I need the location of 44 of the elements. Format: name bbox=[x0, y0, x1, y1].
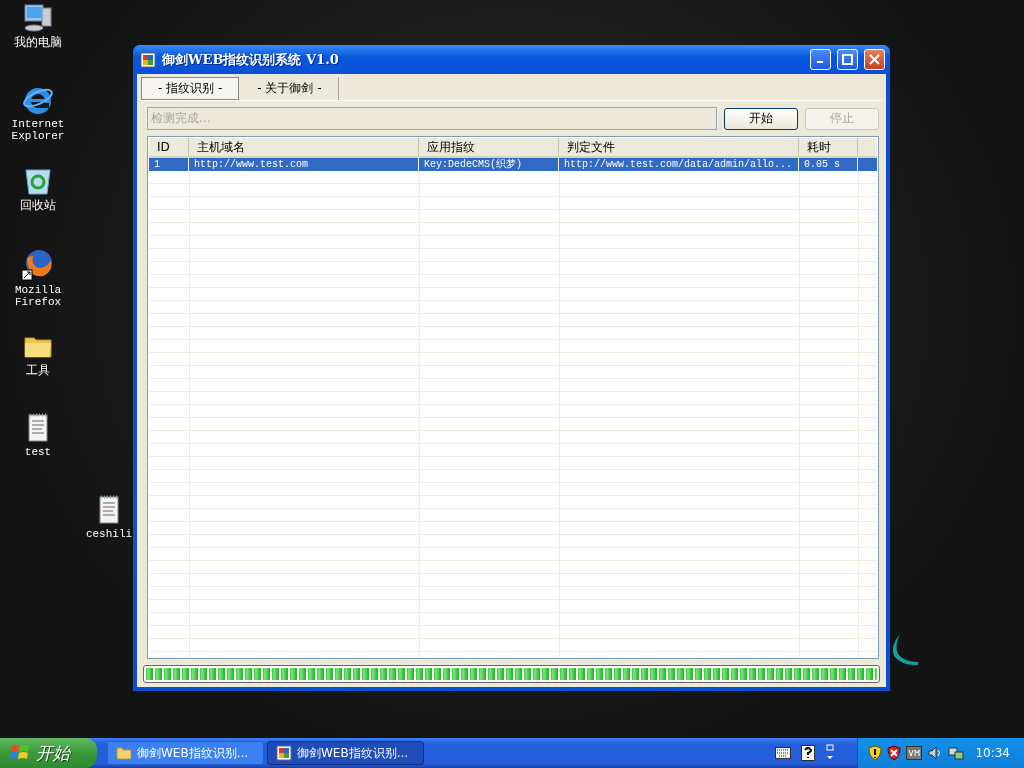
desktop-icon-label[interactable]: 工具 bbox=[26, 364, 50, 376]
taskbar-button[interactable]: 御剑WEB指纹识别... bbox=[267, 741, 424, 765]
maximize-icon bbox=[842, 54, 853, 65]
app-icon bbox=[140, 51, 156, 68]
column-header[interactable]: 主机域名 bbox=[189, 138, 419, 156]
close-button[interactable] bbox=[864, 49, 885, 70]
shield-icon[interactable] bbox=[868, 745, 883, 761]
table-cell: 1 bbox=[149, 158, 189, 171]
windows-logo-icon bbox=[10, 744, 30, 762]
close-icon bbox=[869, 54, 880, 65]
vm-icon[interactable] bbox=[906, 746, 923, 760]
app-icon bbox=[276, 745, 292, 761]
firefox-icon bbox=[21, 248, 55, 282]
desktop-icon-label[interactable]: Internet Explorer bbox=[3, 118, 73, 142]
window-title: 御剑WEB指纹识别系统 V1.0 bbox=[162, 50, 340, 69]
clock[interactable]: 10:34 bbox=[975, 746, 1010, 760]
table-row[interactable]: 1 http://www.test.com Key:DedeCMS(织梦) http://www.test.com/data/admin/allo... 0.05 s bbox=[149, 158, 877, 171]
column-header[interactable]: 应用指纹 bbox=[419, 138, 559, 156]
computer-icon bbox=[22, 2, 54, 34]
column-header[interactable]: 耗时 bbox=[799, 138, 858, 156]
tab[interactable]: - 指纹识别 - bbox=[141, 77, 240, 100]
start-button[interactable]: 开始 bbox=[724, 107, 798, 130]
desktop-icon-label[interactable]: ceshili bbox=[85, 528, 133, 540]
folder-icon bbox=[116, 745, 132, 761]
minimize-button[interactable] bbox=[810, 49, 831, 70]
keyboard-icon[interactable] bbox=[775, 747, 792, 759]
desktop-icon-label[interactable]: test bbox=[24, 446, 52, 458]
column-header[interactable]: 判定文件 bbox=[559, 138, 799, 156]
table-cell: http://www.test.com bbox=[189, 158, 419, 171]
taskbar-button[interactable]: 御剑WEB指纹识别... bbox=[107, 741, 264, 765]
tab[interactable]: - 关于御剑 - bbox=[241, 77, 339, 100]
table-cell: Key:DedeCMS(织梦) bbox=[419, 158, 559, 171]
table-cell: http://www.test.com/data/admin/allo... bbox=[559, 158, 799, 171]
restore-down-icon[interactable] bbox=[825, 744, 836, 762]
desktop-icon-label[interactable]: 我的电脑 bbox=[14, 36, 62, 48]
desktop-icon-label[interactable]: 回收站 bbox=[20, 199, 56, 211]
shield-x-icon[interactable] bbox=[887, 745, 902, 761]
help-icon[interactable] bbox=[801, 745, 816, 761]
column-header[interactable]: ID bbox=[149, 138, 189, 156]
start-button[interactable]: 开始 bbox=[0, 738, 97, 768]
maximize-button[interactable] bbox=[837, 49, 858, 70]
desktop-icon-label[interactable]: Mozilla Firefox bbox=[3, 284, 73, 308]
table-cell: 0.05 s bbox=[799, 158, 858, 171]
network-icon[interactable] bbox=[948, 745, 965, 761]
